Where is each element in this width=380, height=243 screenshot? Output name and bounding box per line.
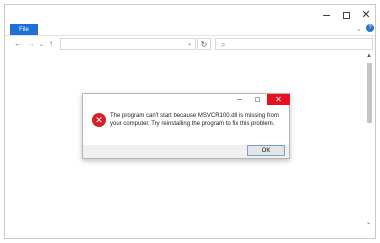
vertical-scrollbar[interactable]: ▲ ⌄ — [365, 53, 375, 233]
ribbon-divider — [5, 35, 375, 36]
scroll-up-icon[interactable]: ▲ — [366, 53, 372, 59]
close-button[interactable]: ✕ — [358, 8, 374, 22]
scroll-down-icon[interactable]: ⌄ — [366, 219, 371, 226]
up-arrow-up-icon[interactable]: ↑ — [49, 39, 53, 49]
dialog-body: ✕ The program can't start because MSVCR1… — [83, 105, 289, 145]
dialog-close-button[interactable]: ✕ — [267, 94, 290, 105]
dialog-title-bar: ✕ — [83, 94, 290, 105]
dialog-minimize-button[interactable] — [232, 94, 247, 105]
close-icon: ✕ — [361, 8, 371, 21]
error-message: The program can't start because MSVCR100… — [110, 113, 279, 127]
maximize-button[interactable] — [338, 8, 354, 22]
file-tab[interactable]: File — [10, 24, 38, 35]
error-dialog: ✕ ✕ The program can't start because MSVC… — [82, 93, 290, 159]
maximize-icon — [342, 11, 350, 19]
search-icon: ⌕ — [221, 40, 226, 49]
ribbon-expand-chevron-down-icon[interactable]: ⌄ — [356, 25, 362, 33]
minimize-icon — [322, 14, 330, 16]
address-dropdown-chevron-down-icon[interactable]: ⌄ — [187, 39, 192, 50]
forward-arrow-right-icon[interactable]: → — [27, 39, 35, 49]
help-icon[interactable]: ? — [366, 24, 374, 32]
refresh-icon: ↻ — [200, 39, 208, 49]
dialog-maximize-button[interactable] — [250, 94, 265, 105]
recent-locations-chevron-down-icon[interactable]: ⌄ — [39, 40, 44, 50]
ok-button[interactable]: OK — [247, 145, 285, 156]
maximize-icon — [255, 97, 260, 102]
address-bar[interactable]: ⌄ — [60, 38, 196, 50]
error-icon: ✕ — [92, 113, 106, 127]
minimize-icon — [237, 99, 242, 100]
minimize-button[interactable] — [318, 8, 334, 22]
refresh-button[interactable]: ↻ — [197, 38, 211, 50]
title-bar: ✕ — [5, 5, 375, 25]
search-input[interactable]: ⌕ — [215, 38, 373, 50]
scroll-thumb[interactable] — [367, 63, 372, 123]
back-arrow-left-icon[interactable]: ← — [14, 39, 22, 49]
close-icon: ✕ — [275, 95, 282, 104]
